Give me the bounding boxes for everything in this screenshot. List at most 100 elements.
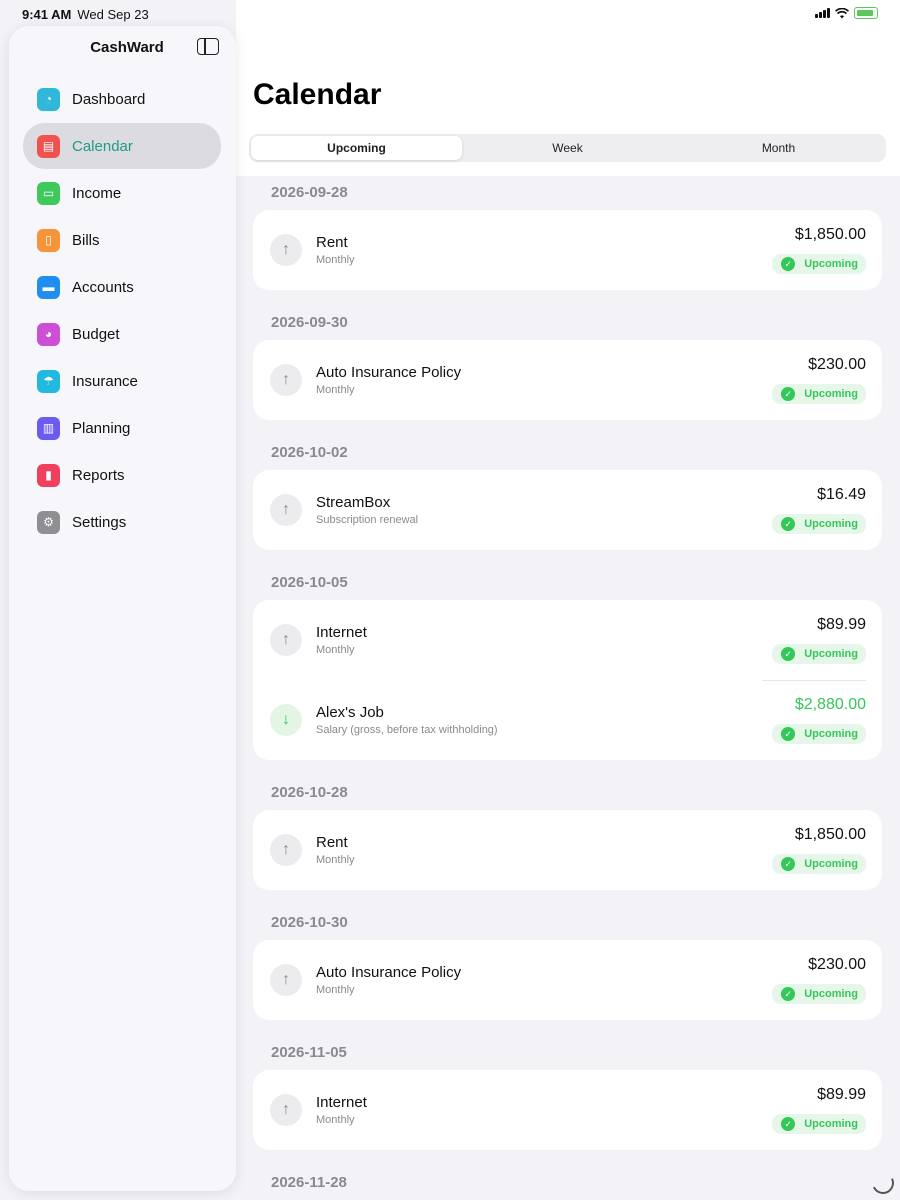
transaction-meta: $89.99 ✓ Upcoming <box>772 1086 866 1134</box>
section-date-header: 2026-11-05 <box>271 1044 347 1061</box>
status-badge: ✓ Upcoming <box>772 724 866 744</box>
upcoming-list: 2026-09-28 ↑ Rent Monthly $1,850.00 ✓ Upcoming… <box>253 176 882 1200</box>
status-badge: ✓ Upcoming <box>772 514 866 534</box>
transaction-text: StreamBox Subscription renewal <box>316 494 772 526</box>
transaction-amount: $230.00 <box>808 956 866 973</box>
map-icon: ▥ <box>37 416 60 440</box>
transaction-text: Internet Monthly <box>316 1094 772 1126</box>
transaction-card: ↑ Internet Monthly $89.99 ✓ Upcoming ↓ Alex's J… <box>253 600 882 760</box>
status-time: 9:41 AM Wed Sep 23 <box>22 7 149 22</box>
transaction-card: ↑ Rent Monthly $1,850.00 ✓ Upcoming <box>253 210 882 290</box>
sidebar-item-income[interactable]: ▭ Income <box>23 170 221 216</box>
sidebar-item-label: Planning <box>72 419 131 437</box>
transaction-name: Internet <box>316 624 367 641</box>
section-date-header: 2026-10-28 <box>271 784 348 801</box>
transaction-row[interactable]: ↑ Rent Monthly $1,850.00 ✓ Upcoming <box>270 210 866 290</box>
sidebar-item-dashboard[interactable]: ◔ Dashboard <box>23 76 221 122</box>
transaction-meta: $2,880.00 ✓ Upcoming <box>772 696 866 744</box>
calendar-icon: ▤ <box>37 134 60 158</box>
arrow-up-icon: ↑ <box>270 494 302 526</box>
arrow-up-icon: ↑ <box>270 1094 302 1126</box>
transaction-row[interactable]: ↑ Rent Monthly $1,850.00 ✓ Upcoming <box>270 810 866 890</box>
segment-month[interactable]: Month <box>673 136 884 160</box>
segment-week[interactable]: Week <box>462 136 673 160</box>
bar-chart-icon: ▮ <box>37 463 60 487</box>
transaction-frequency: Subscription renewal <box>316 514 419 526</box>
status-icons <box>815 7 878 19</box>
status-badge: ✓ Upcoming <box>772 384 866 404</box>
sidebar-item-accounts[interactable]: ▬ Accounts <box>23 264 221 310</box>
transaction-amount: $1,850.00 <box>794 226 866 243</box>
sidebar-item-label: Income <box>72 184 122 202</box>
transaction-frequency: Monthly <box>316 384 355 396</box>
sidebar-item-label: Reports <box>72 466 125 484</box>
transaction-name: Rent <box>316 834 348 851</box>
checkmark-icon: ✓ <box>781 1117 796 1131</box>
umbrella-icon: ☂ <box>37 369 60 393</box>
sidebar-toggle-icon[interactable] <box>197 38 219 55</box>
pie-chart-icon: ◕ <box>37 322 60 346</box>
arrow-up-icon: ↑ <box>270 364 302 396</box>
status-badge: ✓ Upcoming <box>772 254 866 274</box>
sidebar-item-calendar[interactable]: ▤ Calendar <box>23 123 221 169</box>
sidebar-item-label: Accounts <box>72 278 134 296</box>
section-date-header: 2026-11-28 <box>271 1174 347 1191</box>
checkmark-icon: ✓ <box>781 517 796 531</box>
credit-card-icon: ▬ <box>37 275 60 299</box>
wifi-icon <box>835 7 849 18</box>
gauge-icon: ◔ <box>37 87 60 111</box>
section-date-header: 2026-10-30 <box>271 914 348 931</box>
transaction-meta: $16.49 ✓ Upcoming <box>772 486 866 534</box>
transaction-row[interactable]: ↑ Internet Monthly $89.99 ✓ Upcoming <box>270 600 866 680</box>
sidebar-item-label: Bills <box>72 231 100 249</box>
gear-icon: ⚙ <box>37 510 60 534</box>
sidebar-item-label: Dashboard <box>72 90 146 108</box>
status-badge: ✓ Upcoming <box>772 644 866 664</box>
sidebar-item-label: Insurance <box>72 372 138 390</box>
sidebar-item-bills[interactable]: ▯ Bills <box>23 217 221 263</box>
status-badge: ✓ Upcoming <box>772 984 866 1004</box>
checkmark-icon: ✓ <box>781 987 796 1001</box>
status-bar: 9:41 AM Wed Sep 23 <box>0 0 900 28</box>
sidebar-item-insurance[interactable]: ☂ Insurance <box>23 358 221 404</box>
status-label: Upcoming <box>804 648 858 660</box>
transaction-card: ↑ Auto Insurance Policy Monthly $230.00 ✓ Upc… <box>253 340 882 420</box>
checkmark-icon: ✓ <box>781 647 796 661</box>
transaction-row[interactable]: ↓ Alex's Job Salary (gross, before tax wit… <box>270 680 866 760</box>
status-label: Upcoming <box>804 388 858 400</box>
transaction-meta: $89.99 ✓ Upcoming <box>772 616 866 664</box>
battery-charging-icon <box>854 7 878 19</box>
transaction-text: Internet Monthly <box>316 624 772 656</box>
sidebar: CashWard ◔ Dashboard ▤ Calendar ▭ Income ▯ Bill… <box>9 26 236 1191</box>
checkmark-icon: ✓ <box>781 257 796 271</box>
sidebar-item-planning[interactable]: ▥ Planning <box>23 405 221 451</box>
sidebar-item-settings[interactable]: ⚙ Settings <box>23 499 221 545</box>
status-label: Upcoming <box>804 518 858 530</box>
checkmark-icon: ✓ <box>781 387 796 401</box>
transaction-meta: $1,850.00 ✓ Upcoming <box>772 226 866 274</box>
transaction-name: Rent <box>316 234 348 251</box>
transaction-row[interactable]: ↑ Auto Insurance Policy Monthly $230.00 ✓ Upc… <box>270 940 866 1020</box>
transaction-frequency: Monthly <box>316 644 355 656</box>
transaction-row[interactable]: ↑ Auto Insurance Policy Monthly $230.00 ✓ Upc… <box>270 340 866 420</box>
arrow-up-icon: ↑ <box>270 834 302 866</box>
status-clock: 9:41 AM <box>22 7 72 22</box>
transaction-name: Alex's Job <box>316 704 384 721</box>
sidebar-item-reports[interactable]: ▮ Reports <box>23 452 221 498</box>
transaction-card: ↑ Internet Monthly $89.99 ✓ Upcoming <box>253 1070 882 1150</box>
sidebar-item-budget[interactable]: ◕ Budget <box>23 311 221 357</box>
transaction-frequency: Monthly <box>316 254 355 266</box>
transaction-amount: $89.99 <box>817 616 866 633</box>
sidebar-item-label: Settings <box>72 513 127 531</box>
transaction-amount: $1,850.00 <box>794 826 866 843</box>
banknote-icon: ▭ <box>37 181 60 205</box>
transaction-meta: $230.00 ✓ Upcoming <box>772 356 866 404</box>
sidebar-item-label: Budget <box>72 325 120 343</box>
transaction-row[interactable]: ↑ StreamBox Subscription renewal $16.49 ✓ Upc… <box>270 470 866 550</box>
segment-upcoming[interactable]: Upcoming <box>251 136 462 160</box>
cellular-signal-icon <box>815 8 830 18</box>
transaction-row[interactable]: ↑ Internet Monthly $89.99 ✓ Upcoming <box>270 1070 866 1150</box>
status-label: Upcoming <box>804 1118 858 1130</box>
arrow-down-icon: ↓ <box>270 704 302 736</box>
transaction-card: ↑ StreamBox Subscription renewal $16.49 ✓ Upc… <box>253 470 882 550</box>
